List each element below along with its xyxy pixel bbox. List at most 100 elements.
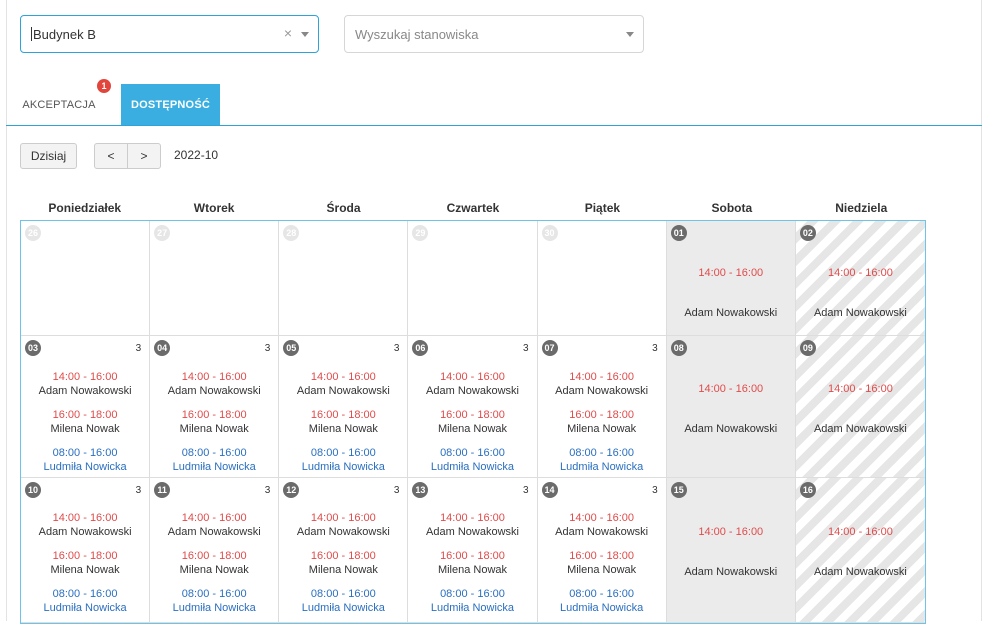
chevron-down-icon[interactable] xyxy=(301,32,309,37)
booking-time[interactable]: 14:00 - 16:00 xyxy=(667,526,795,538)
booking-time[interactable]: 08:00 - 16:00 xyxy=(538,446,666,460)
booking-time[interactable]: 16:00 - 18:00 xyxy=(21,408,149,422)
booking-person[interactable]: Adam Nowakowski xyxy=(667,423,795,435)
booking-person[interactable]: Adam Nowakowski xyxy=(667,307,795,319)
booking-time[interactable]: 14:00 - 16:00 xyxy=(150,511,278,525)
day-cell-sunday[interactable]: 16 14:00 - 16:00 Adam Nowakowski xyxy=(795,478,925,623)
booking-person[interactable]: Ludmiła Nowicka xyxy=(408,460,536,474)
tab-acceptance[interactable]: AKCEPTACJA xyxy=(12,84,106,126)
booking-time[interactable]: 16:00 - 18:00 xyxy=(150,549,278,563)
day-cell-wednesday[interactable]: 28 xyxy=(279,221,409,336)
booking-time[interactable]: 14:00 - 16:00 xyxy=(796,383,925,395)
booking-time[interactable]: 14:00 - 16:00 xyxy=(796,526,925,538)
booking-person[interactable]: Ludmiła Nowicka xyxy=(279,601,407,615)
booking-person[interactable]: Adam Nowakowski xyxy=(796,566,925,578)
tab-availability[interactable]: DOSTĘPNOŚĆ xyxy=(121,84,220,126)
day-cell-thursday[interactable]: 13 3 14:00 - 16:00 Adam Nowakowski 16:00 - 1… xyxy=(408,478,538,623)
day-cell-friday[interactable]: 30 xyxy=(537,221,667,336)
booking-time[interactable]: 16:00 - 18:00 xyxy=(21,549,149,563)
booking-time[interactable]: 14:00 - 16:00 xyxy=(408,370,536,384)
booking-person[interactable]: Milena Nowak xyxy=(538,422,666,436)
day-cell-sunday[interactable]: 09 14:00 - 16:00 Adam Nowakowski xyxy=(795,336,925,478)
day-cell-sunday[interactable]: 02 14:00 - 16:00 Adam Nowakowski xyxy=(795,221,925,336)
booking-time[interactable]: 14:00 - 16:00 xyxy=(796,267,925,279)
booking-time[interactable]: 14:00 - 16:00 xyxy=(21,370,149,384)
booking-person[interactable]: Ludmiła Nowicka xyxy=(21,601,149,615)
booking-time[interactable]: 14:00 - 16:00 xyxy=(150,370,278,384)
booking-person[interactable]: Milena Nowak xyxy=(150,422,278,436)
booking-person[interactable]: Milena Nowak xyxy=(408,563,536,577)
day-cell-tuesday[interactable]: 27 xyxy=(150,221,280,336)
booking-time[interactable]: 14:00 - 16:00 xyxy=(279,511,407,525)
chevron-down-icon[interactable] xyxy=(626,32,634,37)
booking-person[interactable]: Adam Nowakowski xyxy=(21,525,149,539)
booking-person[interactable]: Adam Nowakowski xyxy=(796,307,925,319)
today-button[interactable]: Dzisiaj xyxy=(20,143,77,169)
day-cell-tuesday[interactable]: 11 3 14:00 - 16:00 Adam Nowakowski 16:00 - 1… xyxy=(150,478,280,623)
day-cell-wednesday[interactable]: 05 3 14:00 - 16:00 Adam Nowakowski 16:00 - 1… xyxy=(279,336,409,478)
prev-month-button[interactable]: < xyxy=(94,143,128,169)
booking-person[interactable]: Adam Nowakowski xyxy=(538,384,666,398)
booking-person[interactable]: Ludmiła Nowicka xyxy=(150,460,278,474)
booking-person[interactable]: Adam Nowakowski xyxy=(408,525,536,539)
day-cell-thursday[interactable]: 29 xyxy=(408,221,538,336)
booking-person[interactable]: Milena Nowak xyxy=(150,563,278,577)
clear-icon[interactable]: × xyxy=(284,25,292,41)
booking-time[interactable]: 16:00 - 18:00 xyxy=(279,408,407,422)
booking-person[interactable]: Ludmiła Nowicka xyxy=(538,460,666,474)
booking-time[interactable]: 14:00 - 16:00 xyxy=(538,370,666,384)
booking-person[interactable]: Ludmiła Nowicka xyxy=(408,601,536,615)
booking-person[interactable]: Adam Nowakowski xyxy=(150,384,278,398)
booking-time[interactable]: 08:00 - 16:00 xyxy=(279,587,407,601)
booking-time[interactable]: 16:00 - 18:00 xyxy=(538,549,666,563)
booking-person[interactable]: Adam Nowakowski xyxy=(408,384,536,398)
booking-time[interactable]: 14:00 - 16:00 xyxy=(667,267,795,279)
booking-person[interactable]: Adam Nowakowski xyxy=(279,384,407,398)
booking-time[interactable]: 16:00 - 18:00 xyxy=(408,549,536,563)
booking-person[interactable]: Milena Nowak xyxy=(279,422,407,436)
booking-time[interactable]: 08:00 - 16:00 xyxy=(21,587,149,601)
booking-person[interactable]: Adam Nowakowski xyxy=(538,525,666,539)
booking-time[interactable]: 14:00 - 16:00 xyxy=(538,511,666,525)
booking-time[interactable]: 08:00 - 16:00 xyxy=(408,587,536,601)
booking-person[interactable]: Milena Nowak xyxy=(408,422,536,436)
booking-person[interactable]: Adam Nowakowski xyxy=(796,423,925,435)
booking-person[interactable]: Adam Nowakowski xyxy=(150,525,278,539)
booking-time[interactable]: 16:00 - 18:00 xyxy=(538,408,666,422)
day-cell-monday[interactable]: 26 xyxy=(21,221,151,336)
booking-person[interactable]: Milena Nowak xyxy=(21,563,149,577)
booking-person[interactable]: Milena Nowak xyxy=(21,422,149,436)
booking-time[interactable]: 16:00 - 18:00 xyxy=(279,549,407,563)
booking-time[interactable]: 14:00 - 16:00 xyxy=(408,511,536,525)
day-cell-saturday[interactable]: 01 14:00 - 16:00 Adam Nowakowski xyxy=(666,221,796,336)
booking-person[interactable]: Adam Nowakowski xyxy=(279,525,407,539)
booking-time[interactable]: 14:00 - 16:00 xyxy=(279,370,407,384)
booking-person[interactable]: Ludmiła Nowicka xyxy=(150,601,278,615)
booking-time[interactable]: 16:00 - 18:00 xyxy=(408,408,536,422)
building-select[interactable]: Budynek B × xyxy=(20,15,319,53)
booking-person[interactable]: Milena Nowak xyxy=(279,563,407,577)
booking-time[interactable]: 08:00 - 16:00 xyxy=(150,587,278,601)
next-month-button[interactable]: > xyxy=(127,143,161,169)
booking-time[interactable]: 08:00 - 16:00 xyxy=(538,587,666,601)
workstation-search-select[interactable]: Wyszukaj stanowiska xyxy=(344,15,644,53)
day-cell-monday[interactable]: 10 3 14:00 - 16:00 Adam Nowakowski 16:00 - 1… xyxy=(21,478,151,623)
booking-person[interactable]: Milena Nowak xyxy=(538,563,666,577)
day-cell-thursday[interactable]: 06 3 14:00 - 16:00 Adam Nowakowski 16:00 - 1… xyxy=(408,336,538,478)
booking-person[interactable]: Adam Nowakowski xyxy=(21,384,149,398)
booking-time[interactable]: 14:00 - 16:00 xyxy=(667,383,795,395)
booking-person[interactable]: Ludmiła Nowicka xyxy=(279,460,407,474)
booking-time[interactable]: 08:00 - 16:00 xyxy=(279,446,407,460)
day-cell-wednesday[interactable]: 12 3 14:00 - 16:00 Adam Nowakowski 16:00 - 1… xyxy=(279,478,409,623)
booking-time[interactable]: 16:00 - 18:00 xyxy=(150,408,278,422)
day-cell-monday[interactable]: 03 3 14:00 - 16:00 Adam Nowakowski 16:00 - 1… xyxy=(21,336,151,478)
day-cell-saturday[interactable]: 08 14:00 - 16:00 Adam Nowakowski xyxy=(666,336,796,478)
day-cell-saturday[interactable]: 15 14:00 - 16:00 Adam Nowakowski xyxy=(666,478,796,623)
day-cell-friday[interactable]: 14 3 14:00 - 16:00 Adam Nowakowski 16:00 - 1… xyxy=(537,478,667,623)
day-cell-friday[interactable]: 07 3 14:00 - 16:00 Adam Nowakowski 16:00 - 1… xyxy=(537,336,667,478)
booking-time[interactable]: 08:00 - 16:00 xyxy=(150,446,278,460)
day-cell-tuesday[interactable]: 04 3 14:00 - 16:00 Adam Nowakowski 16:00 - 1… xyxy=(150,336,280,478)
booking-time[interactable]: 14:00 - 16:00 xyxy=(21,511,149,525)
booking-person[interactable]: Ludmiła Nowicka xyxy=(538,601,666,615)
booking-time[interactable]: 08:00 - 16:00 xyxy=(21,446,149,460)
